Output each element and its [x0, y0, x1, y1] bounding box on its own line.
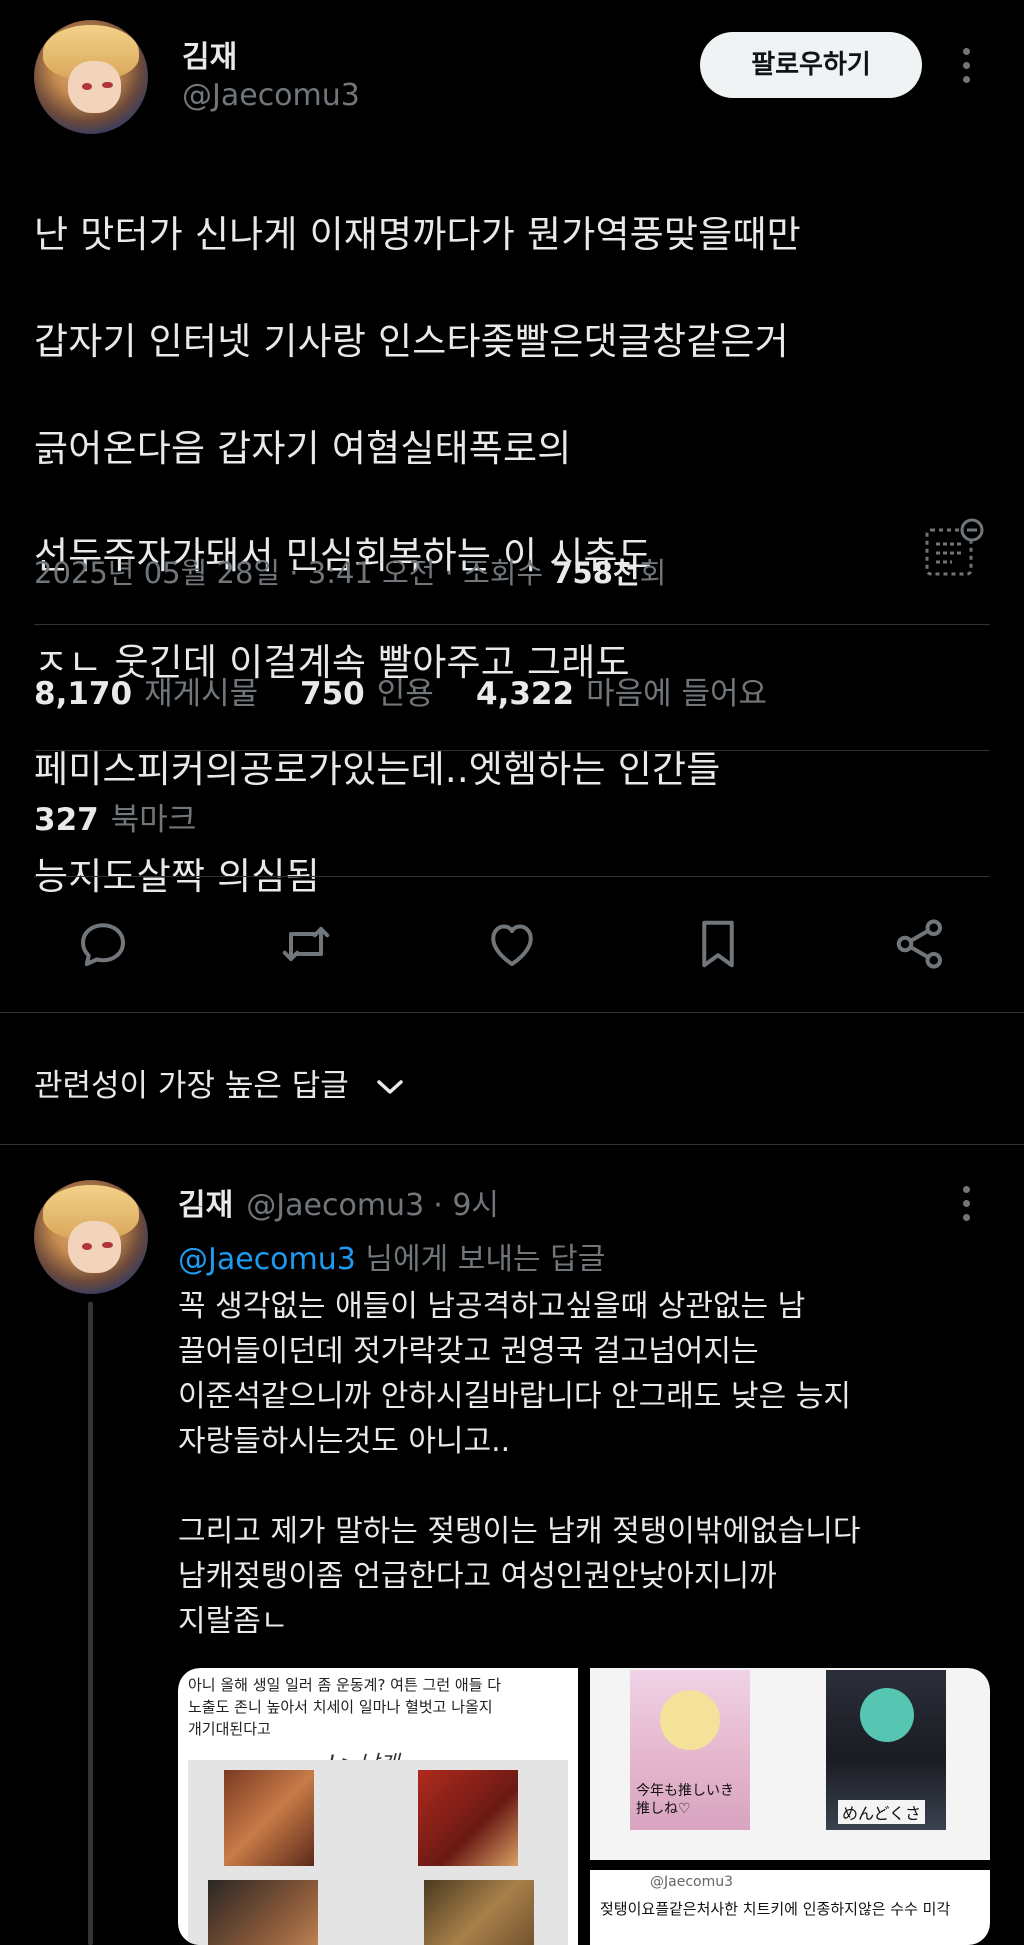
- replying-to-mention[interactable]: @Jaecomu3: [178, 1242, 356, 1277]
- reply-image-3[interactable]: @Jaecomu3 젖탱이요플같은처사한 치트키에 인종하지않은 수수 미각: [590, 1870, 990, 1945]
- replying-to-label: 님에게 보내는 답글: [365, 1242, 606, 1277]
- reply-author-handle[interactable]: @Jaecomu3: [246, 1188, 424, 1223]
- replies-sort-label: 관련성이 가장 높은 답글: [34, 1068, 349, 1104]
- reply-image-1[interactable]: 아니 올해 생일 일러 좀 운동계? 여튼 그런 애들 다 노출도 존니 높아서…: [178, 1668, 578, 1945]
- likes-count: 4,322: [476, 676, 575, 712]
- likes-label: 마음에 들어요: [586, 676, 768, 712]
- image-3-handle: @Jaecomu3: [650, 1874, 734, 1890]
- divider: [0, 1012, 1024, 1013]
- divider: [34, 750, 990, 751]
- illustration-character: [660, 1690, 720, 1750]
- reply-author-name[interactable]: 김재: [178, 1188, 233, 1223]
- reply-author-avatar[interactable]: [34, 1180, 148, 1294]
- follow-button[interactable]: 팔로우하기: [700, 32, 922, 98]
- more-options-icon[interactable]: [960, 48, 972, 90]
- like-icon[interactable]: [482, 914, 542, 974]
- quotes-label: 인용: [376, 676, 434, 712]
- image-1-panel: [188, 1760, 568, 1945]
- author-avatar[interactable]: [34, 20, 148, 134]
- reply-media-grid[interactable]: 아니 올해 생일 일러 좀 운동계? 여튼 그런 애들 다 노출도 존니 높아서…: [178, 1668, 990, 1945]
- divider: [34, 624, 990, 625]
- illustration-thumbnail: [418, 1770, 518, 1866]
- reposts-label: 재게시물: [144, 676, 259, 712]
- image-1-caption: 아니 올해 생일 일러 좀 운동계? 여튼 그런 애들 다 노출도 존니 높아서…: [188, 1676, 502, 1738]
- tweet-meta: 2025년 05월 28일 · 3:41 오전 · 조회수 758천회: [34, 550, 666, 592]
- tweet-date[interactable]: 2025년 05월 28일 · 3:41 오전 · 조회수: [34, 556, 543, 590]
- image-2-right-panel: めんどくさ: [826, 1670, 946, 1830]
- illustration-thumbnail: [224, 1770, 314, 1866]
- chevron-down-icon: [373, 1070, 407, 1106]
- analytics-icon[interactable]: [922, 516, 988, 582]
- illustration-thumbnail: [424, 1880, 534, 1945]
- image-2-left-panel: 今年も推しいき 推しね♡: [630, 1670, 750, 1830]
- illustration-character: [860, 1688, 914, 1742]
- bookmarks-label: 북마크: [110, 802, 197, 838]
- view-count-suffix: 회: [639, 556, 667, 590]
- repost-icon[interactable]: [276, 914, 336, 974]
- illustration-thumbnail: [208, 1880, 318, 1945]
- replies-sort-dropdown[interactable]: 관련성이 가장 높은 답글: [34, 1060, 407, 1106]
- reposts-stat[interactable]: 8,170 재게시물: [34, 668, 258, 713]
- quotes-count: 750: [300, 676, 365, 712]
- bookmarks-count: 327: [34, 802, 99, 838]
- tweet-line: 갑자기 인터넷 기사랑 인스타좆빨은댓글창같은거: [34, 319, 789, 363]
- tweet-line: 긁어온다음 갑자기 여혐실태폭로의: [34, 426, 572, 470]
- divider: [0, 1144, 1024, 1145]
- image-2-sign-right: めんどくさ: [838, 1800, 926, 1824]
- thread-line: [88, 1302, 93, 1945]
- reply-text: 꼭 생각없는 애들이 남공격하고싶을때 상관없는 남 끌어들이던데 젓가락갖고 …: [178, 1289, 861, 1639]
- replying-to: @Jaecomu3 님에게 보내는 답글: [178, 1234, 605, 1278]
- view-count: 758천: [552, 556, 640, 590]
- bookmark-icon[interactable]: [688, 914, 748, 974]
- image-3-text: 젖탱이요플같은처사한 치트키에 인종하지않은 수수 미각: [600, 1900, 951, 1918]
- author-name[interactable]: 김재: [182, 32, 237, 76]
- reply-image-2[interactable]: 今年も推しいき 推しね♡ めんどくさ: [590, 1668, 990, 1860]
- tweet-line: 난 맛터가 신나게 이재명까다가 뭔가역풍맞을때만: [34, 212, 801, 256]
- bookmarks-stat[interactable]: 327 북마크: [34, 794, 196, 839]
- share-icon[interactable]: [890, 914, 950, 974]
- likes-stat[interactable]: 4,322 마음에 들어요: [476, 668, 767, 713]
- divider: [34, 876, 990, 877]
- author-handle[interactable]: @Jaecomu3: [182, 78, 360, 113]
- image-2-sign-left: 今年も推しいき 推しね♡: [636, 1783, 734, 1817]
- reply-icon[interactable]: [73, 914, 133, 974]
- reply-more-options-icon[interactable]: [960, 1186, 972, 1228]
- reply-header: 김재 @Jaecomu3 · 9시: [178, 1180, 499, 1224]
- reposts-count: 8,170: [34, 676, 133, 712]
- quotes-stat[interactable]: 750 인용: [300, 668, 434, 713]
- reply-time[interactable]: · 9시: [433, 1188, 499, 1223]
